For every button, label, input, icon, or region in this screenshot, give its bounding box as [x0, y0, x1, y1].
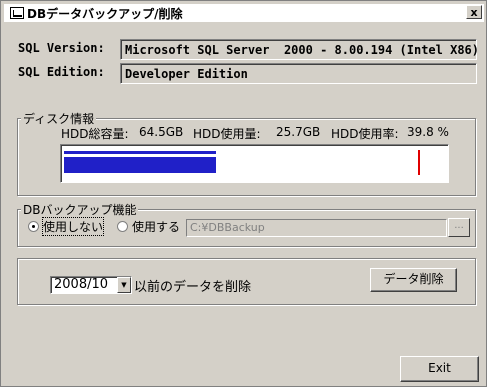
backup-legend: DBバックアップ機能 [21, 201, 139, 218]
backup-off-radio[interactable] [28, 221, 39, 232]
hdd-total-value: 64.5GB [139, 125, 184, 139]
delete-suffix-label: 以前のデータを削除 [134, 280, 252, 295]
sql-edition-field: Developer Edition [120, 63, 477, 84]
browse-button[interactable]: ... [448, 218, 470, 237]
hdd-usage-bar [60, 144, 449, 183]
month-select[interactable]: 2008/10 ▼ [50, 276, 132, 294]
close-button[interactable]: x [466, 5, 482, 19]
delete-data-button[interactable]: データ削除 [370, 268, 457, 292]
month-select-value: 2008/10 [54, 277, 109, 292]
backup-on-label[interactable]: 使用する [132, 218, 180, 235]
hdd-usage-fill [64, 151, 216, 173]
hdd-total-label: HDD総容量: [61, 127, 129, 141]
chevron-down-icon[interactable]: ▼ [117, 277, 131, 293]
hdd-used-label: HDD使用量: [193, 127, 261, 141]
sql-edition-label: SQL Edition: [18, 65, 105, 79]
backup-off-label[interactable]: 使用しない [41, 217, 105, 236]
hdd-rate-value: 39.8 % [407, 125, 449, 139]
sql-version-label: SQL Version: [18, 41, 105, 55]
app-chart-icon [10, 7, 24, 19]
hdd-rate-label: HDD使用率: [331, 127, 399, 141]
backup-path-input[interactable]: C:¥DBBackup [186, 219, 447, 237]
title-bar[interactable]: DBデータバックアップ/削除 x [4, 4, 484, 23]
window-title: DBデータバックアップ/削除 [27, 6, 183, 21]
exit-button[interactable]: Exit [400, 356, 479, 382]
sql-version-field: Microsoft SQL Server 2000 - 8.00.194 (In… [120, 39, 479, 60]
backup-on-radio[interactable] [117, 221, 128, 232]
hdd-threshold-marker [418, 150, 420, 175]
hdd-used-value: 25.7GB [276, 125, 321, 139]
backup-dialog-window: DBデータバックアップ/削除 x SQL Version: Microsoft … [0, 0, 487, 387]
